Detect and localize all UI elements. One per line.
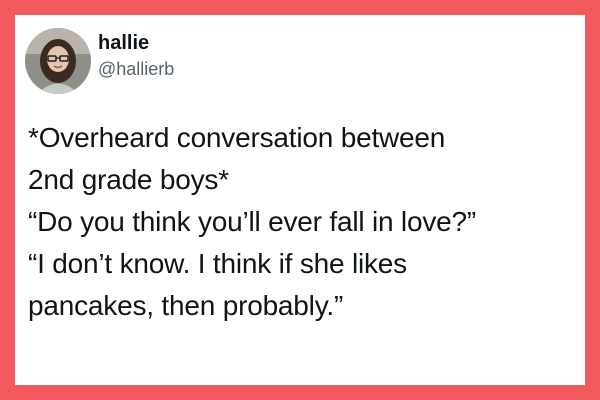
tweet-line: pancakes, then probably.” [28,290,344,321]
tweet-line: 2nd grade boys* [28,164,229,195]
tweet-text: *Overheard conversation between 2nd grad… [28,117,573,327]
avatar[interactable] [25,28,91,94]
display-name[interactable]: hallie [98,31,174,55]
user-handle[interactable]: @hallierb [98,57,174,81]
tweet-line: “I don’t know. I think if she likes [28,248,407,279]
tweet-card: hallie @hallierb *Overheard conversation… [15,15,585,385]
profile-photo-icon [25,28,91,94]
tweet-line: “Do you think you’ll ever fall in love?” [28,206,476,237]
tweet-line: *Overheard conversation between [28,122,446,153]
author-block: hallie @hallierb [98,31,174,81]
